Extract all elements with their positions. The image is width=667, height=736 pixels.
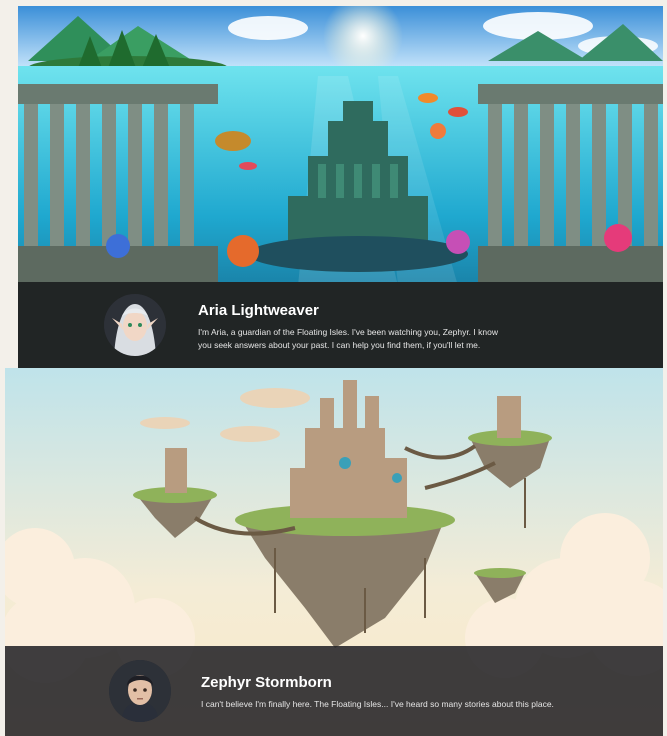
elf-portrait-icon <box>104 294 166 356</box>
speaker-name: Aria Lightweaver <box>198 302 319 319</box>
man-portrait-icon <box>109 660 171 722</box>
speaker-name: Zephyr Stormborn <box>201 674 332 691</box>
dialog-box-zephyr[interactable]: Zephyr Stormborn I can't believe I'm fin… <box>5 646 663 736</box>
game-scene-bottom: Zephyr Stormborn I can't believe I'm fin… <box>5 368 663 736</box>
dialog-text: I can't believe I'm finally here. The Fl… <box>201 699 554 709</box>
dialog-box-aria[interactable]: Aria Lightweaver I'm Aria, a guardian of… <box>18 282 663 368</box>
game-scene-top: Aria Lightweaver I'm Aria, a guardian of… <box>18 6 663 368</box>
dialog-text: I'm Aria, a guardian of the Floating Isl… <box>198 327 498 350</box>
